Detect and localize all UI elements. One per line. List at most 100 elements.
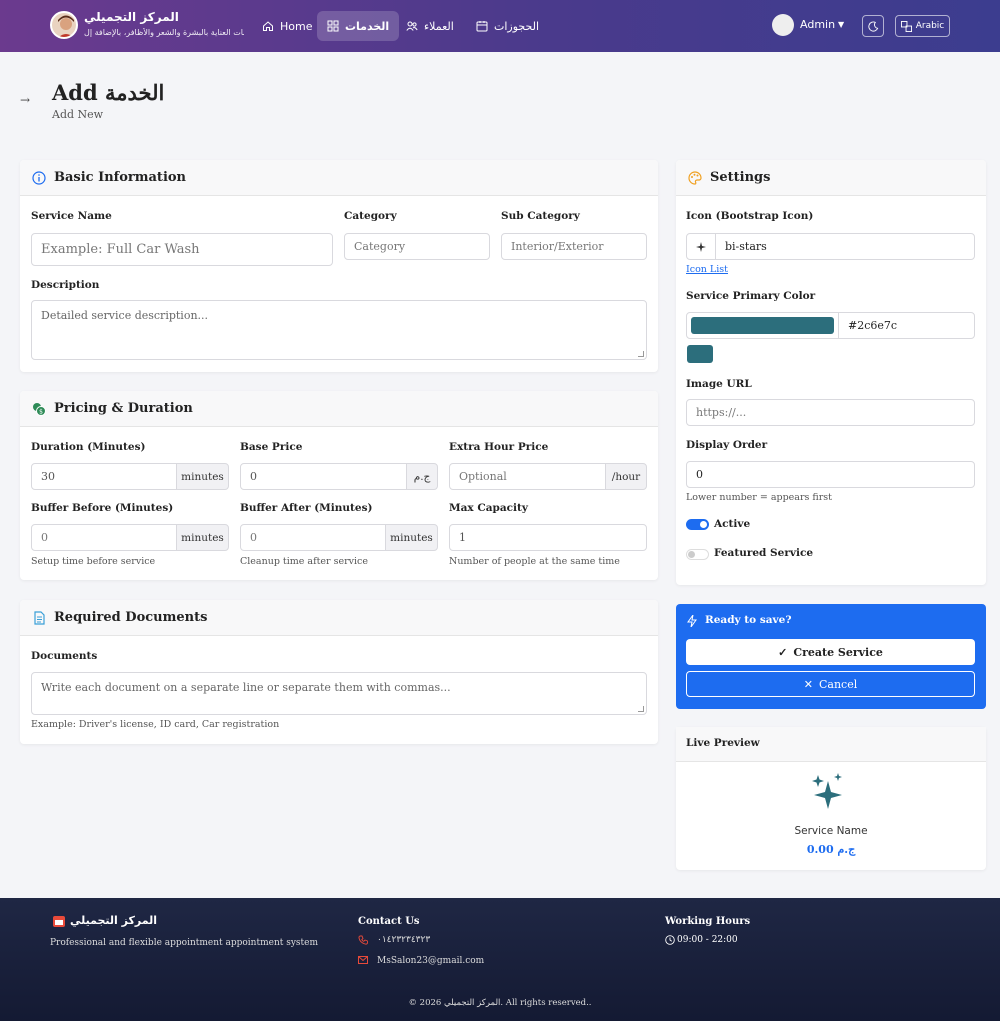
buffer-after-input[interactable]: 0: [240, 524, 386, 551]
resize-handle[interactable]: [638, 351, 644, 357]
brand-name[interactable]: المركز التجميلي: [84, 10, 179, 24]
basic-information-card: Basic Information Service Name Example: …: [20, 160, 658, 372]
capacity-label: Max Capacity: [449, 502, 528, 514]
card-title: Required Documents: [54, 610, 208, 625]
active-label: Active: [714, 518, 751, 530]
calendar-icon: [476, 21, 488, 32]
top-navbar: المركز التجميلي خدمات العناية بالبشرة وا…: [0, 0, 1000, 52]
card-title: Live Preview: [686, 737, 760, 749]
color-picker[interactable]: [686, 312, 839, 339]
preview-price: 0.00 ج.م: [806, 843, 856, 856]
extra-hour-input[interactable]: Optional: [449, 463, 606, 490]
featured-toggle[interactable]: [686, 549, 709, 560]
stars-icon: [686, 233, 716, 260]
users-icon: [406, 21, 418, 31]
documents-hint: Example: Driver's license, ID card, Car …: [31, 719, 280, 730]
nav-item-home[interactable]: Home: [252, 11, 322, 41]
color-hex-input[interactable]: #2c6e7c: [838, 312, 975, 339]
buffer-after-unit: minutes: [385, 524, 438, 551]
buffer-after-hint: Cleanup time after service: [240, 556, 369, 567]
moon-icon: [867, 21, 878, 32]
image-url-input[interactable]: https://...: [686, 399, 975, 426]
coins-icon: $: [33, 403, 46, 416]
stars-icon: [812, 773, 842, 809]
icon-label: Icon (Bootstrap Icon): [686, 210, 814, 222]
footer: المركز التجميلي Professional and flexibl…: [0, 898, 1000, 1021]
category-input[interactable]: Category: [344, 233, 490, 260]
check-icon: ✓: [778, 645, 788, 659]
document-icon: [34, 611, 45, 625]
footer-email[interactable]: MsSalon23@gmail.com: [377, 956, 484, 966]
translate-icon: [900, 20, 912, 32]
live-preview-card: Live Preview Service Name 0.00 ج.م: [676, 727, 986, 870]
user-menu[interactable]: Admin: [800, 18, 835, 31]
duration-unit: minutes: [176, 463, 229, 490]
image-url-label: Image URL: [686, 378, 752, 390]
settings-card: Settings Icon (Bootstrap Icon) bi-stars …: [676, 160, 986, 585]
preview-service-name: Service Name: [794, 825, 868, 837]
color-label: Service Primary Color: [686, 290, 816, 302]
lightning-icon: [687, 615, 697, 627]
documents-textarea[interactable]: Write each document on a separate line o…: [31, 672, 647, 715]
grid-icon: [327, 20, 339, 32]
nav-item-services[interactable]: الخدمات: [317, 11, 400, 41]
avatar[interactable]: [772, 14, 794, 36]
card-header: Required Documents: [20, 600, 658, 636]
description-label: Description: [31, 279, 100, 291]
theme-toggle-button[interactable]: [862, 15, 884, 37]
per-hour-addon: /hour: [605, 463, 647, 490]
subcategory-input[interactable]: Interior/Exterior: [501, 233, 647, 260]
clock-icon: [665, 935, 675, 945]
home-icon: [263, 21, 273, 31]
capacity-input[interactable]: 1: [449, 524, 647, 551]
language-button[interactable]: Arabic: [895, 15, 950, 37]
display-order-hint: Lower number = appears first: [686, 492, 832, 503]
resize-handle[interactable]: [638, 706, 644, 712]
currency-addon: ج.م: [406, 463, 438, 490]
icon-list-link[interactable]: Icon List: [686, 264, 728, 275]
pricing-duration-card: $ Pricing & Duration Duration (Minutes) …: [20, 391, 658, 580]
duration-input[interactable]: 30: [31, 463, 177, 490]
svg-text:$: $: [39, 409, 43, 416]
brand-logo[interactable]: [50, 11, 78, 39]
card-header: $ Pricing & Duration: [20, 391, 658, 427]
nav-item-bookings[interactable]: الحجوزات: [466, 11, 549, 41]
color-preview-chip: [687, 345, 713, 363]
base-price-input[interactable]: 0: [240, 463, 407, 490]
save-card: Ready to save? ✓ Create Service ✕ Cancel: [676, 604, 986, 709]
documents-label: Documents: [31, 650, 98, 662]
cancel-button[interactable]: ✕ Cancel: [686, 671, 975, 697]
card-header: Settings: [676, 160, 986, 196]
buffer-after-label: Buffer After (Minutes): [240, 502, 373, 514]
featured-label: Featured Service: [714, 547, 814, 559]
buffer-before-hint: Setup time before service: [31, 556, 156, 567]
card-header: Live Preview: [676, 727, 986, 762]
card-header: Basic Information: [20, 160, 658, 196]
envelope-icon: [358, 956, 368, 964]
service-name-input[interactable]: Example: Full Car Wash: [31, 233, 333, 266]
footer-phone[interactable]: ٠١٤٢٣٢٣٤٣٢٣: [377, 935, 430, 945]
create-service-button[interactable]: ✓ Create Service: [686, 639, 975, 665]
phone-icon: [358, 935, 368, 945]
info-icon: [32, 171, 46, 185]
brand-subtitle: خدمات العناية بالبشرة والشعر والأظافر، ب…: [84, 28, 244, 37]
buffer-before-label: Buffer Before (Minutes): [31, 502, 174, 514]
footer-hours: 09:00 - 22:00: [677, 935, 738, 945]
back-arrow-icon[interactable]: →: [20, 93, 30, 107]
extra-hour-label: Extra Hour Price: [449, 441, 549, 453]
category-label: Category: [344, 210, 397, 222]
page-title: Add الخدمة: [52, 80, 165, 105]
capacity-hint: Number of people at the same time: [449, 556, 620, 567]
active-toggle[interactable]: [686, 519, 709, 530]
palette-icon: [688, 171, 702, 185]
icon-input[interactable]: bi-stars: [715, 233, 975, 260]
working-hours-title: Working Hours: [665, 916, 751, 927]
service-name-label: Service Name: [31, 210, 112, 222]
nav-item-clients[interactable]: العملاء: [396, 11, 464, 41]
display-order-input[interactable]: 0: [686, 461, 975, 488]
buffer-before-input[interactable]: 0: [31, 524, 177, 551]
chevron-down-icon[interactable]: ▼: [838, 20, 844, 29]
duration-label: Duration (Minutes): [31, 441, 146, 453]
description-textarea[interactable]: Detailed service description...: [31, 300, 647, 360]
buffer-before-unit: minutes: [176, 524, 229, 551]
